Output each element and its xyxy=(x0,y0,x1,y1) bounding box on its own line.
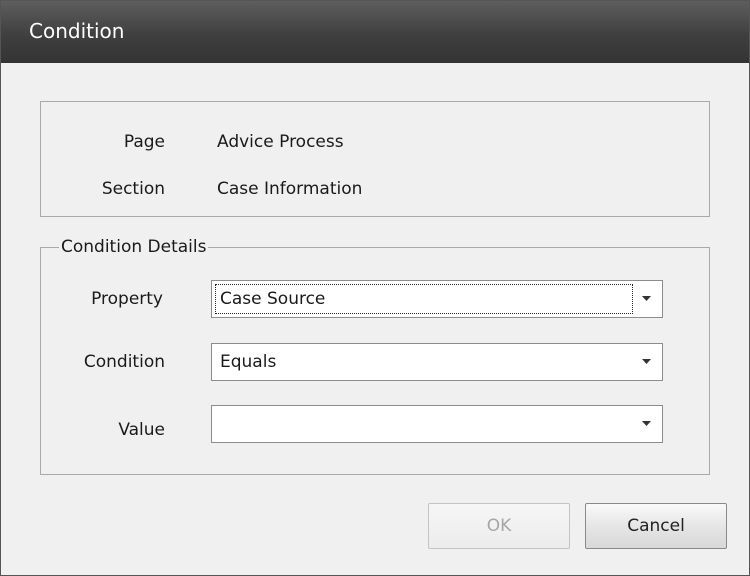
property-label: Property xyxy=(91,289,163,309)
value-dropdown-arrow[interactable] xyxy=(632,406,662,442)
condition-details-legend: Condition Details xyxy=(59,237,209,257)
chevron-down-icon xyxy=(642,296,651,301)
chevron-down-icon xyxy=(642,359,651,364)
section-label: Section xyxy=(101,179,165,199)
property-dropdown-value: Case Source xyxy=(220,289,326,309)
ok-button[interactable]: OK xyxy=(428,503,570,549)
title-bar[interactable]: Condition xyxy=(1,1,749,63)
chevron-down-icon xyxy=(642,421,651,426)
page-value: Advice Process xyxy=(217,132,344,152)
cancel-button[interactable]: Cancel xyxy=(585,503,727,549)
property-dropdown-arrow[interactable] xyxy=(632,281,662,317)
info-panel xyxy=(40,101,710,217)
value-dropdown[interactable] xyxy=(211,405,663,443)
condition-label: Condition xyxy=(83,352,165,372)
page-label: Page xyxy=(123,132,165,152)
section-value: Case Information xyxy=(217,179,363,199)
condition-dropdown[interactable]: Equals xyxy=(211,343,663,381)
property-dropdown[interactable]: Case Source xyxy=(211,280,663,318)
condition-dialog: Condition Page Advice Process Section Ca… xyxy=(0,0,750,576)
window-title: Condition xyxy=(29,19,125,43)
value-label: Value xyxy=(118,420,165,440)
condition-dropdown-arrow[interactable] xyxy=(632,344,662,380)
condition-dropdown-value: Equals xyxy=(220,352,277,372)
